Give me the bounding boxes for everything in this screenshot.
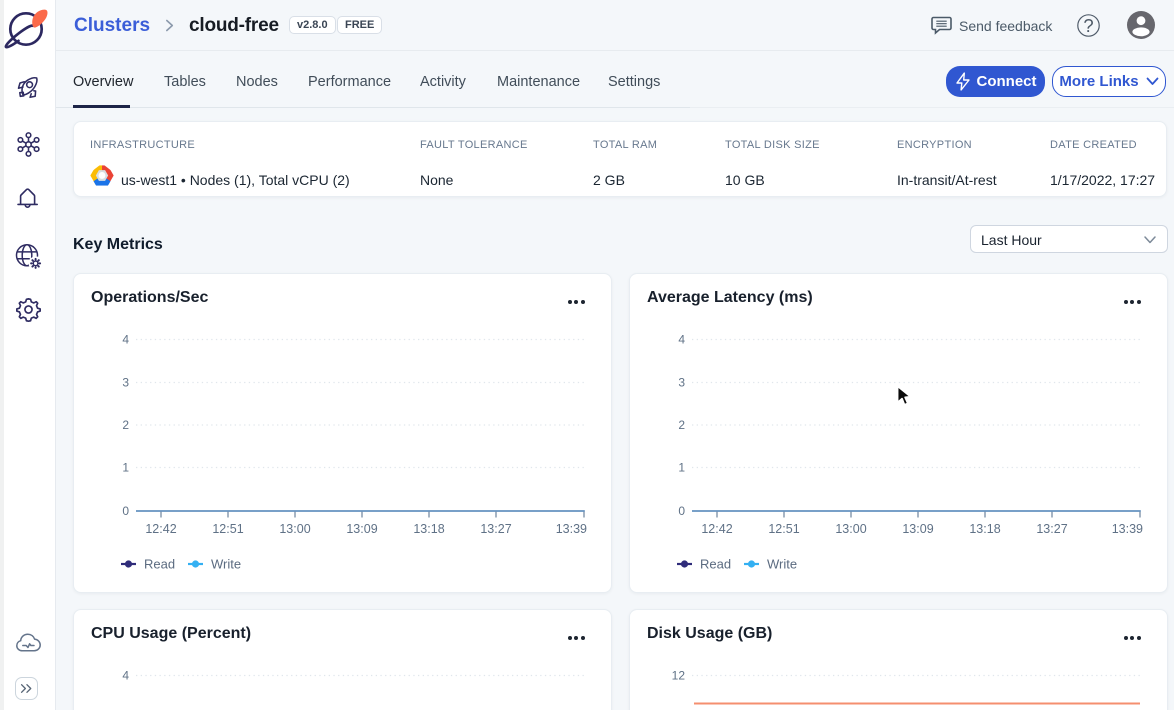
svg-text:13:18: 13:18 bbox=[413, 522, 444, 536]
svg-text:13:39: 13:39 bbox=[1112, 522, 1143, 536]
svg-text:13:00: 13:00 bbox=[835, 522, 866, 536]
svg-text:13:09: 13:09 bbox=[346, 522, 377, 536]
svg-text:Write: Write bbox=[211, 557, 241, 572]
svg-text:Read: Read bbox=[144, 557, 175, 572]
svg-text:Read: Read bbox=[700, 557, 731, 572]
svg-text:Write: Write bbox=[767, 557, 797, 572]
svg-text:13:27: 13:27 bbox=[480, 522, 511, 536]
svg-text:12:51: 12:51 bbox=[212, 522, 243, 536]
svg-text:12:42: 12:42 bbox=[145, 522, 176, 536]
svg-text:13:18: 13:18 bbox=[969, 522, 1000, 536]
svg-text:13:39: 13:39 bbox=[556, 522, 587, 536]
svg-text:1: 1 bbox=[678, 461, 685, 475]
svg-text:12:42: 12:42 bbox=[701, 522, 732, 536]
svg-text:2: 2 bbox=[678, 418, 685, 432]
svg-text:2: 2 bbox=[122, 418, 129, 432]
svg-text:13:00: 13:00 bbox=[279, 522, 310, 536]
svg-text:3: 3 bbox=[678, 376, 685, 390]
svg-text:3: 3 bbox=[122, 376, 129, 390]
svg-text:4: 4 bbox=[122, 669, 129, 683]
svg-text:0: 0 bbox=[122, 504, 129, 518]
svg-text:12: 12 bbox=[672, 669, 686, 683]
svg-text:1: 1 bbox=[122, 461, 129, 475]
svg-text:13:09: 13:09 bbox=[902, 522, 933, 536]
svg-text:12:51: 12:51 bbox=[768, 522, 799, 536]
svg-text:4: 4 bbox=[678, 333, 685, 347]
svg-text:4: 4 bbox=[122, 333, 129, 347]
svg-text:?: ? bbox=[1083, 15, 1093, 36]
svg-text:13:27: 13:27 bbox=[1036, 522, 1067, 536]
svg-text:0: 0 bbox=[678, 504, 685, 518]
